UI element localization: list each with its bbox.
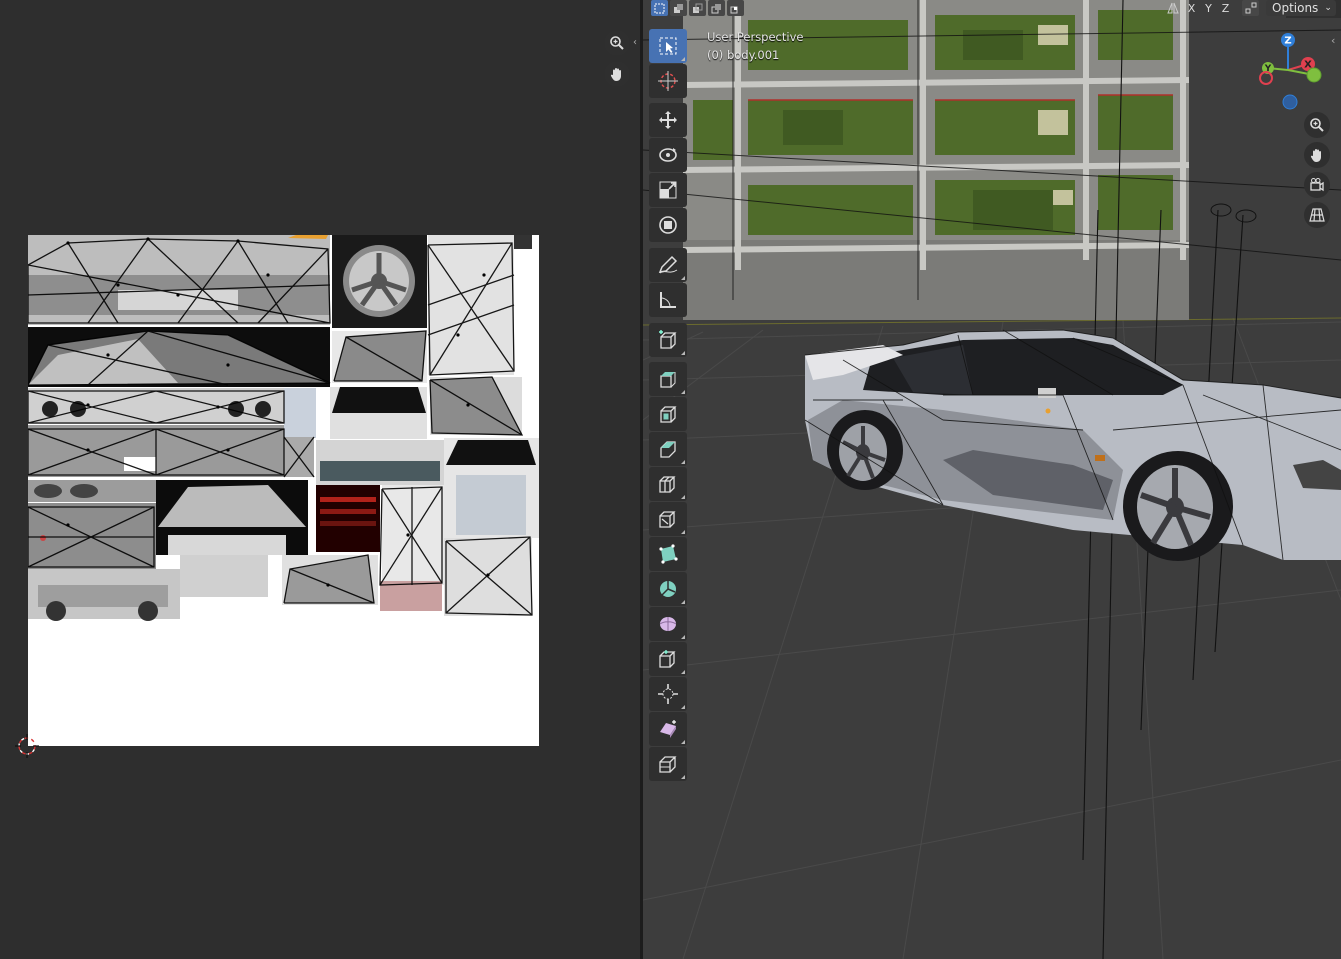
navigation-gizmo[interactable]: Z X Y [1252,30,1328,112]
inset-tool[interactable] [649,397,687,431]
loop-cut-tool[interactable] [649,467,687,501]
options-label: Options [1272,1,1319,15]
uv-texture-atlas [27,235,539,621]
bevel-tool[interactable] [649,432,687,466]
viewport-zoom-icon[interactable] [1304,112,1330,138]
smooth-tool[interactable] [649,607,687,641]
measure-icon [660,292,676,308]
transform-tool[interactable] [649,208,687,242]
shrink-fatten-tool[interactable] [649,677,687,711]
chevron-down-icon: ⌄ [1324,3,1332,13]
uv-texture-canvas[interactable] [27,235,539,746]
move-tool[interactable] [649,103,687,137]
mirror-icon[interactable] [1164,0,1181,16]
move-icon [659,111,677,129]
loop-cut-icon [659,476,676,493]
spin-tool[interactable] [649,572,687,606]
mirror-y-toggle[interactable]: Y [1200,0,1217,16]
knife-tool[interactable] [649,502,687,536]
extrude-tool[interactable] [649,362,687,396]
sidebar-toggle-icon[interactable]: ‹ [633,37,637,48]
add-cube-tool[interactable] [649,323,687,357]
annotate-tool[interactable] [649,248,687,282]
3d-cursor-icon [15,734,39,758]
rip-tool[interactable] [649,747,687,781]
viewport-sidebar-toggle-icon[interactable]: ‹ [1331,34,1335,47]
inset-icon [660,406,677,423]
gizmo-neg-z-axis[interactable] [1282,94,1298,110]
poly-build-icon [659,544,678,564]
gizmo-neg-y-axis[interactable] [1306,67,1322,83]
options-dropdown[interactable]: Options ⌄ [1266,0,1336,16]
rotate-icon [659,148,677,162]
extrude-icon [660,372,676,388]
annotate-icon [658,255,678,274]
select-new-icon[interactable] [651,0,668,16]
scale-icon [659,181,677,199]
camera-view-icon[interactable] [1304,172,1330,198]
rip-icon [659,756,677,773]
3d-viewport[interactable] [643,0,1341,959]
mirror-x-toggle[interactable]: X [1183,0,1200,16]
active-object-label: (0) body.001 [707,48,780,62]
smooth-icon [659,617,677,631]
view-perspective-label: User Perspective [707,30,804,44]
poly-build-tool[interactable] [649,537,687,571]
select-extend-icon[interactable] [670,0,687,16]
select-intersect-icon[interactable] [727,0,744,16]
viewport-pan-icon[interactable] [1304,142,1330,168]
zoom-icon[interactable] [604,30,630,56]
select-box-icon [659,37,677,55]
add-cube-icon [659,330,677,349]
cursor-icon [658,71,678,91]
perspective-toggle-icon[interactable] [1304,202,1330,228]
shear-tool[interactable] [649,712,687,746]
shear-icon [660,720,676,738]
scale-tool[interactable] [649,173,687,207]
auto-merge-icon[interactable] [1242,0,1259,16]
edge-slide-icon [659,650,676,668]
rotate-tool[interactable] [649,138,687,172]
transform-icon [659,216,677,234]
cursor-tool[interactable] [649,64,687,98]
shrink-fatten-icon [658,684,678,704]
mirror-z-toggle[interactable]: Z [1217,0,1234,16]
spin-icon [660,581,676,597]
measure-tool[interactable] [649,283,687,317]
knife-icon [659,511,676,528]
select-invert-icon[interactable] [708,0,725,16]
viewport-scene [643,0,1341,959]
gizmo-z-label: Z [1284,36,1291,47]
select-subtract-icon[interactable] [689,0,706,16]
select-box-tool[interactable] [649,29,687,63]
pan-hand-icon[interactable] [604,61,630,87]
bevel-icon [660,441,676,458]
edge-slide-tool[interactable] [649,642,687,676]
uv-editor-panel[interactable]: ‹ [0,0,640,959]
